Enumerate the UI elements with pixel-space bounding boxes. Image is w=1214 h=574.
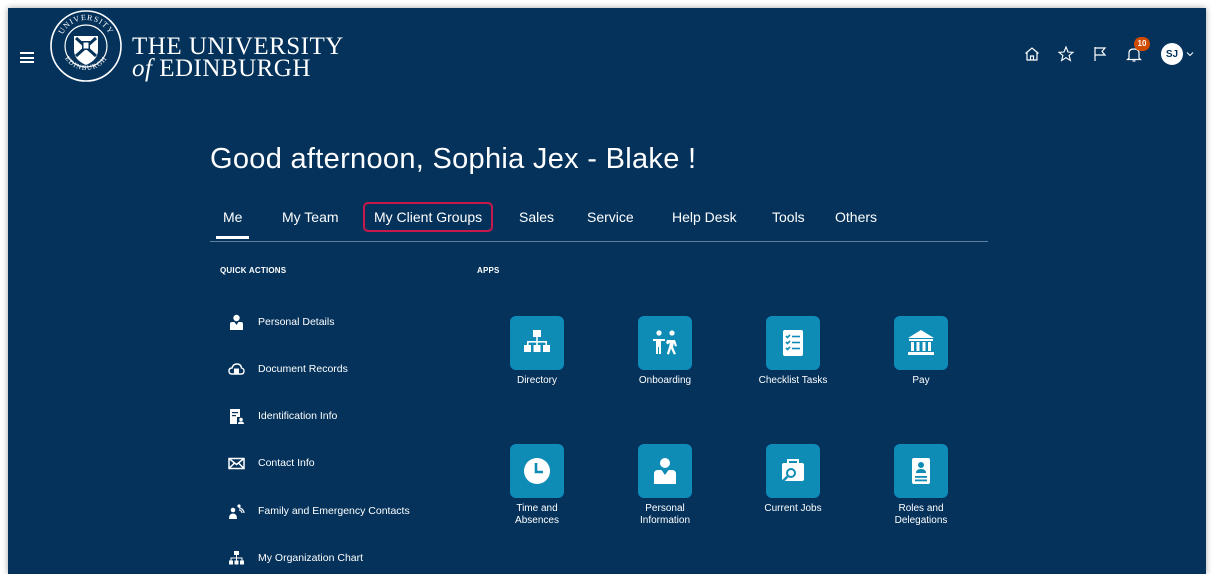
checklist-icon: [766, 316, 820, 370]
org-chart-icon: [228, 550, 245, 567]
app-onboarding[interactable]: Onboarding: [610, 316, 720, 387]
svg-text:UNIVERSITY: UNIVERSITY: [56, 13, 115, 36]
user-menu[interactable]: SJ: [1161, 43, 1194, 65]
quick-action-family-contacts[interactable]: Family and Emergency Contacts: [228, 500, 410, 522]
navigator-menu-icon[interactable]: [20, 52, 34, 63]
job-search-icon: [766, 444, 820, 498]
app-checklist-tasks[interactable]: Checklist Tasks: [738, 316, 848, 387]
springboard-tabs: Me My Team My Client Groups Sales Servic…: [210, 202, 988, 242]
family-icon: [228, 503, 245, 520]
favorites-star-icon[interactable]: [1053, 41, 1079, 67]
cloud-document-icon: [228, 361, 245, 378]
tab-help-desk[interactable]: Help Desk: [672, 209, 737, 225]
quick-action-contact-info[interactable]: Contact Info: [228, 452, 315, 474]
person-icon: [638, 444, 692, 498]
org-chart-icon: [510, 316, 564, 370]
tab-tools[interactable]: Tools: [772, 209, 805, 225]
global-header-icons: 10 SJ: [1011, 37, 1194, 67]
tab-service[interactable]: Service: [587, 209, 634, 225]
id-document-icon: [228, 408, 245, 425]
person-icon: [228, 314, 245, 331]
quick-action-document-records[interactable]: Document Records: [228, 358, 348, 380]
university-crest-logo[interactable]: UNIVERSITY EDINBURGH: [48, 8, 124, 84]
app-current-jobs[interactable]: Current Jobs: [738, 444, 848, 515]
app-directory[interactable]: Directory: [482, 316, 592, 387]
app-roles-and-delegations[interactable]: Roles and Delegations: [866, 444, 976, 527]
apps-title: APPS: [477, 266, 500, 275]
tab-my-client-groups[interactable]: My Client Groups: [362, 202, 494, 232]
chevron-down-icon: [1186, 52, 1194, 57]
onboarding-icon: [638, 316, 692, 370]
quick-action-identification-info[interactable]: Identification Info: [228, 405, 337, 427]
app-shell: UNIVERSITY EDINBURGH THE UNIVERSITY of E…: [8, 8, 1206, 574]
avatar[interactable]: SJ: [1161, 43, 1183, 65]
badge-icon: [894, 444, 948, 498]
app-time-and-absences[interactable]: Time and Absences: [482, 444, 592, 527]
greeting-title: Good afternoon, Sophia Jex - Blake !: [210, 143, 697, 175]
notifications-count-badge: 10: [1134, 37, 1150, 51]
envelope-icon: [228, 455, 245, 472]
university-name: THE UNIVERSITY of EDINBURGH: [132, 34, 344, 82]
quick-action-personal-details[interactable]: Personal Details: [228, 311, 334, 333]
tab-me[interactable]: Me: [215, 209, 251, 239]
app-personal-information[interactable]: Personal Information: [610, 444, 720, 527]
clock-icon: [510, 444, 564, 498]
home-icon[interactable]: [1019, 41, 1045, 67]
tab-sales[interactable]: Sales: [519, 209, 554, 225]
tab-my-team[interactable]: My Team: [282, 209, 339, 225]
app-pay[interactable]: Pay: [866, 316, 976, 387]
quick-action-my-organization-chart[interactable]: My Organization Chart: [228, 547, 363, 569]
quick-actions-title: QUICK ACTIONS: [220, 266, 287, 275]
watchlist-flag-icon[interactable]: [1087, 41, 1113, 67]
brand-line-2: of EDINBURGH: [132, 55, 311, 82]
bank-icon: [894, 316, 948, 370]
notifications-bell-icon[interactable]: 10: [1121, 37, 1150, 67]
tab-others[interactable]: Others: [835, 209, 877, 225]
